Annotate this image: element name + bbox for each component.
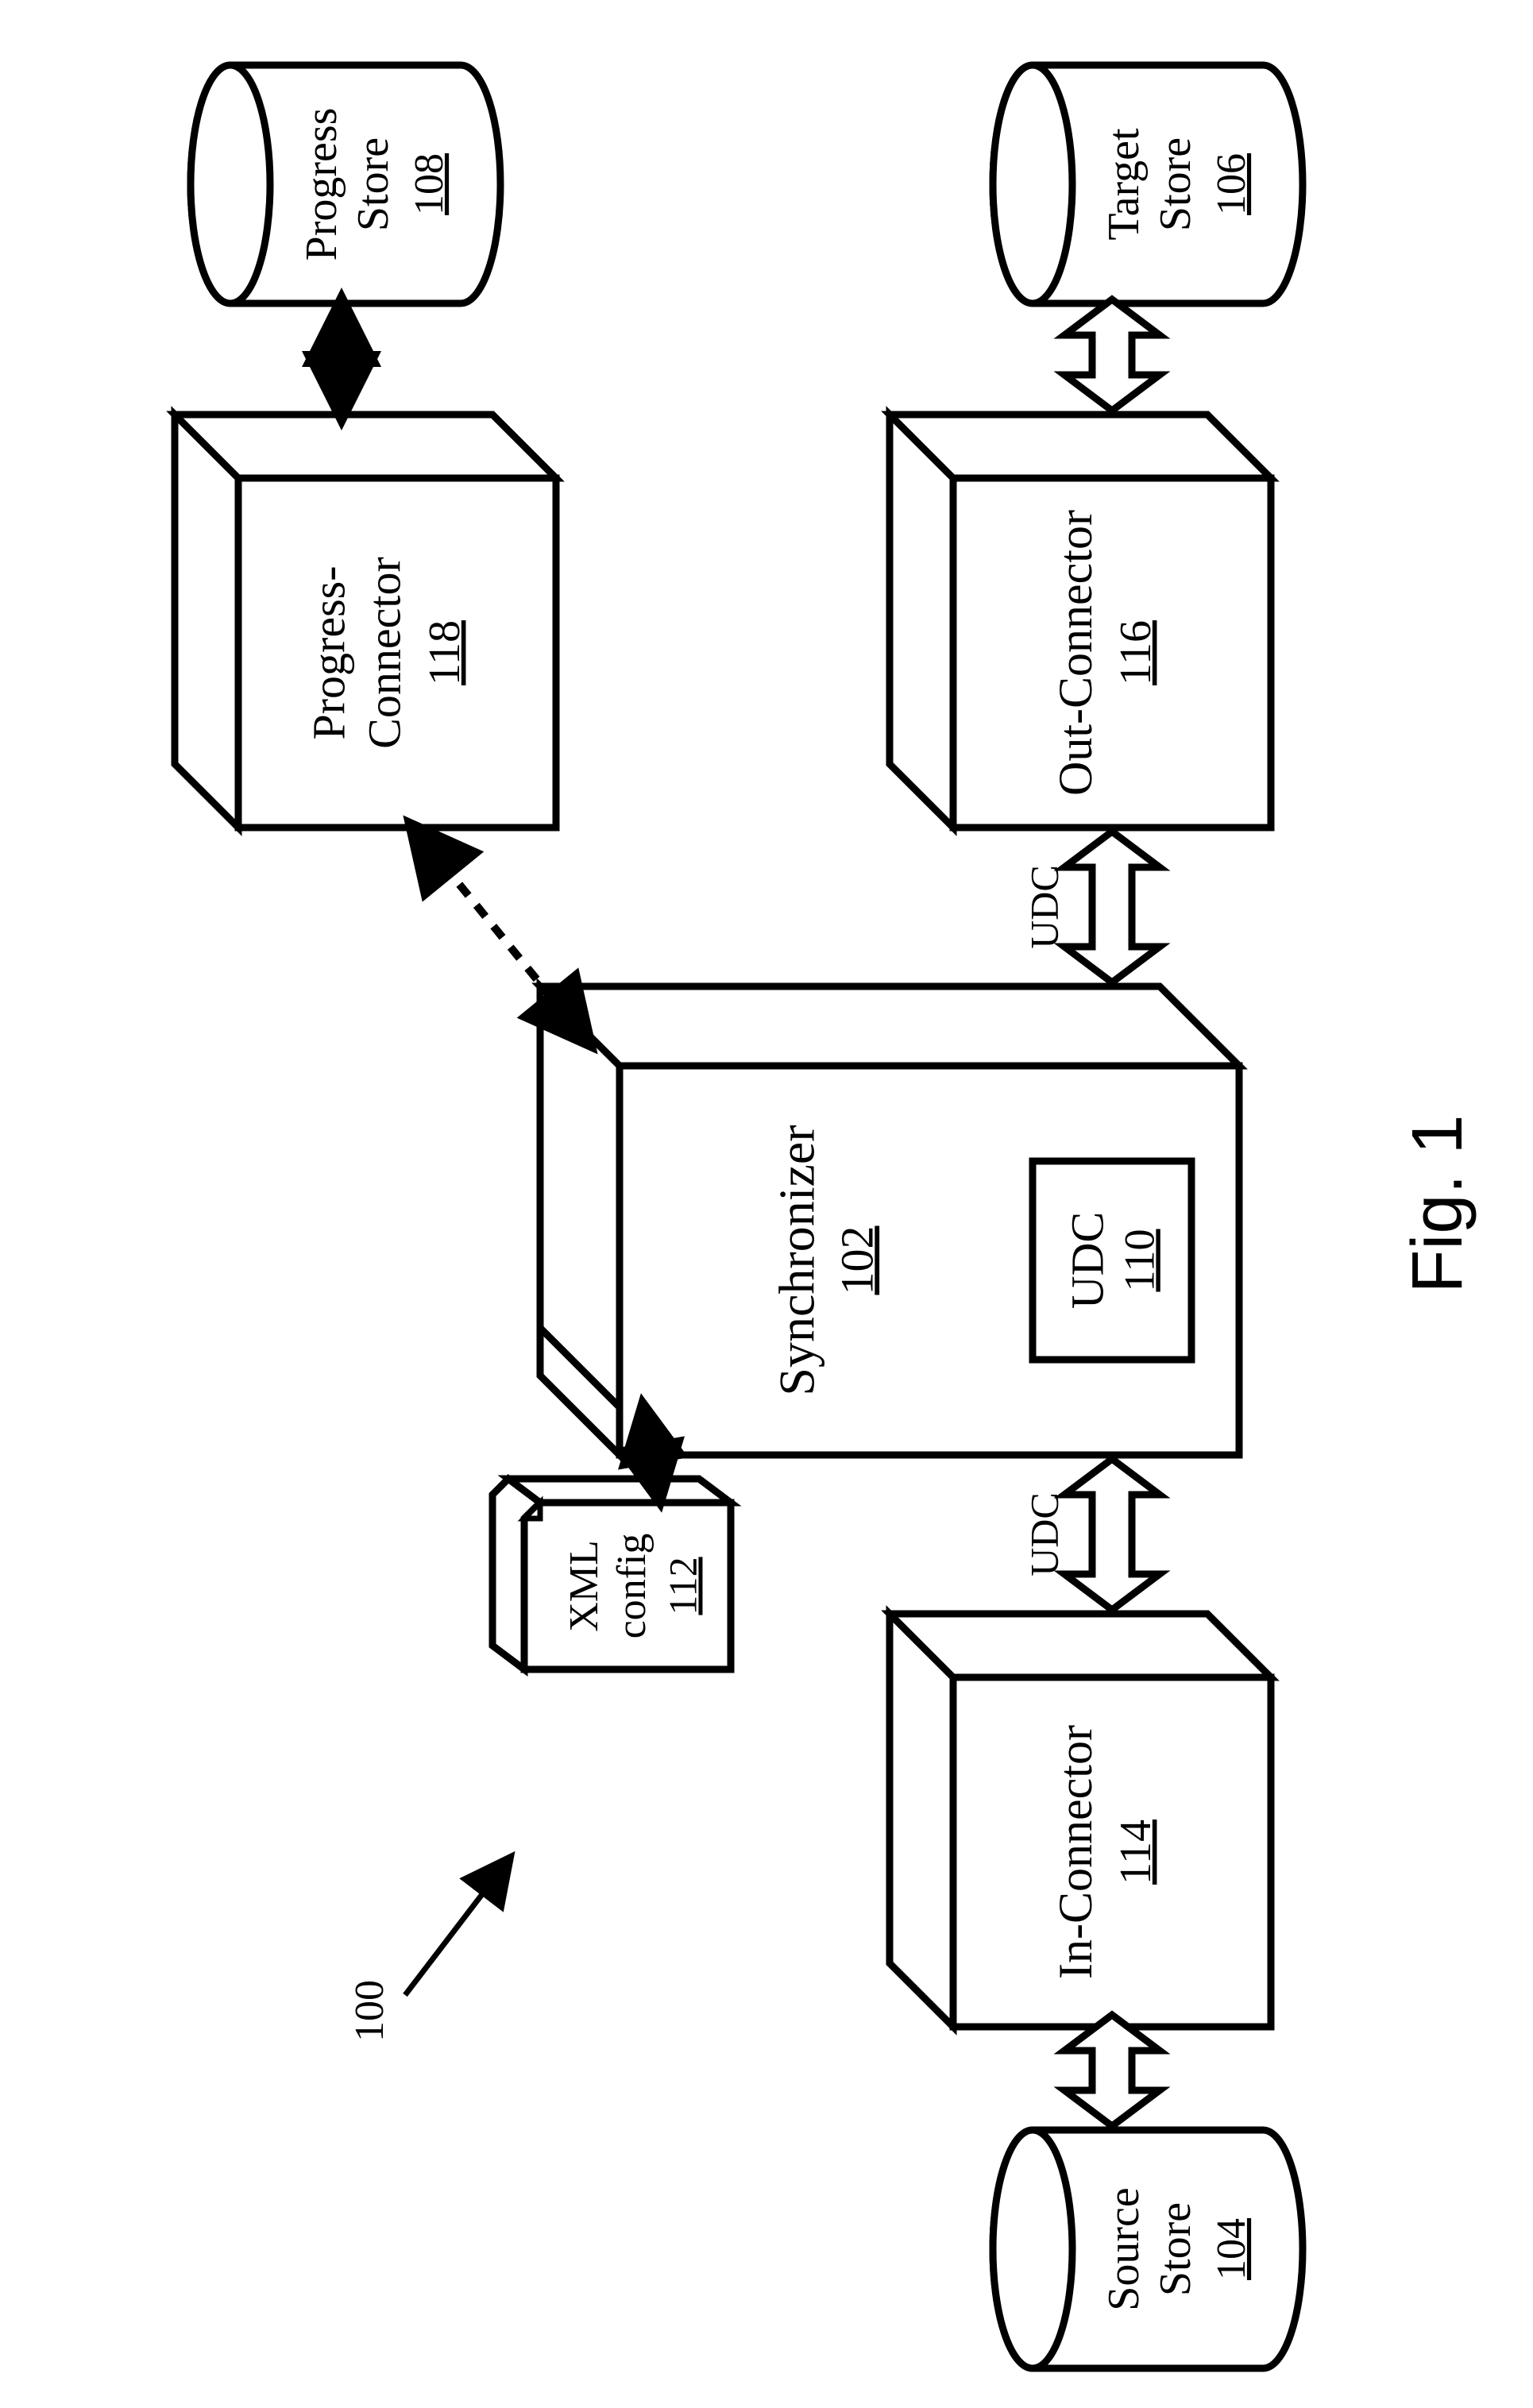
arrow-sync-outconn: UDC: [1021, 832, 1160, 982]
diagram-canvas: Synchronizer 102 UDC 110 In-Connector 11…: [0, 0, 1533, 2408]
udc-left-label: UDC: [1021, 1492, 1066, 1576]
xml-config-num: 112: [660, 1557, 705, 1615]
figure-caption: Fig. 1: [1398, 1114, 1477, 1293]
source-store-label1: Source: [1099, 2187, 1149, 2311]
ref-number-100: 100: [347, 1980, 392, 2042]
synchronizer-label: Synchronizer: [769, 1125, 825, 1395]
target-store-label1: Target: [1099, 128, 1149, 241]
in-connector-box: In-Connector 114: [890, 1614, 1271, 2027]
progress-store-cylinder: Progress Store 108: [191, 65, 500, 303]
in-connector-num: 114: [1111, 1820, 1160, 1885]
target-store-num: 106: [1209, 153, 1254, 215]
arrow-outconn-target: [1064, 299, 1160, 411]
progress-store-label2: Store: [349, 137, 398, 231]
out-connector-num: 116: [1111, 620, 1160, 685]
out-connector-box: Out-Connector 116: [890, 415, 1271, 828]
synchronizer-box: Synchronizer 102 UDC 110: [540, 986, 1239, 1455]
progress-store-label1: Progress: [297, 108, 346, 261]
source-store-label2: Store: [1151, 2202, 1200, 2296]
xml-config-doc: XML config 112: [492, 1479, 731, 1669]
arrow-source-inconnector: [1064, 2015, 1160, 2126]
diagram-svg: Synchronizer 102 UDC 110 In-Connector 11…: [0, 0, 1533, 2408]
in-connector-label: In-Connector: [1049, 1725, 1102, 1979]
udc-right-label: UDC: [1021, 865, 1066, 949]
progress-store-num: 108: [407, 153, 452, 215]
arrow-inconn-sync: UDC: [1021, 1459, 1160, 1610]
progress-connector-label2: Connector: [358, 557, 410, 749]
udc-inner-num: 110: [1115, 1229, 1163, 1292]
source-store-cylinder: Source Store 104: [993, 2130, 1303, 2368]
source-store-num: 104: [1209, 2218, 1254, 2280]
xml-config-label2: config: [609, 1534, 655, 1639]
progress-connector-label1: Progress-: [303, 565, 354, 739]
ref-arrow-100: [405, 1860, 508, 1995]
target-store-cylinder: Target Store 106: [993, 65, 1303, 303]
synchronizer-num: 102: [831, 1226, 882, 1295]
udc-inner-label: UDC: [1061, 1212, 1113, 1309]
xml-config-label1: XML: [562, 1540, 607, 1632]
progress-connector-num: 118: [420, 620, 469, 685]
out-connector-label: Out-Connector: [1049, 510, 1102, 796]
progress-connector-box: Progress- Connector 118: [175, 415, 556, 828]
target-store-label2: Store: [1151, 137, 1200, 231]
